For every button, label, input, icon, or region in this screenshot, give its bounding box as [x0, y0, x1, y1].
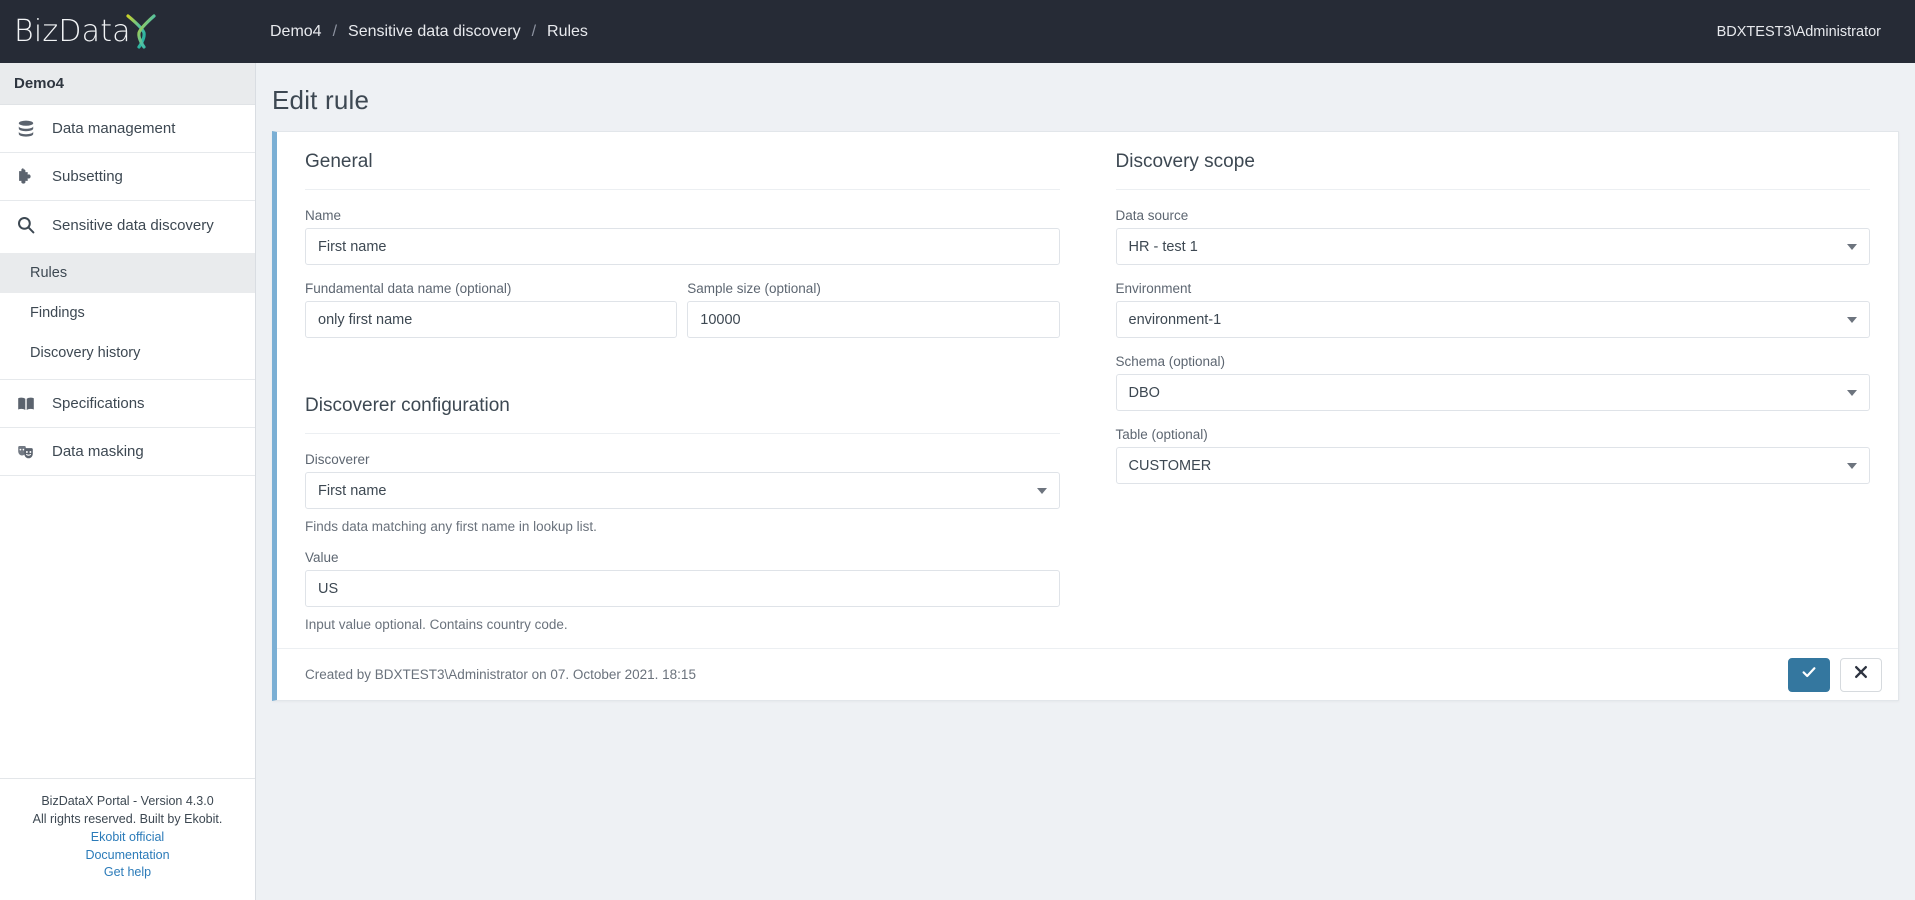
- label-fundamental-data-name: Fundamental data name (optional): [305, 281, 512, 296]
- value-input[interactable]: [305, 570, 1060, 607]
- chevron-down-icon: [1847, 462, 1857, 469]
- environment-selected-value: environment-1: [1128, 311, 1222, 328]
- theater-masks-icon: [14, 440, 38, 464]
- label-table: Table (optional): [1115, 427, 1208, 442]
- link-ekobit-official[interactable]: Ekobit official: [8, 829, 247, 847]
- sidebar-item-data-management[interactable]: Data management: [0, 105, 255, 153]
- app-logo[interactable]: BizData: [0, 0, 256, 63]
- book-icon: [14, 392, 38, 416]
- data-source-select[interactable]: HR - test 1: [1115, 228, 1870, 265]
- sidebar-item-label: Sensitive data discovery: [52, 216, 214, 234]
- sidebar-item-label: Data management: [52, 120, 176, 137]
- section-title-general: General: [305, 132, 1060, 190]
- field-environment: Environment environment-1: [1115, 281, 1870, 338]
- label-schema: Schema (optional): [1115, 354, 1226, 369]
- label-name: Name: [305, 208, 342, 223]
- field-name: Name: [305, 208, 1060, 265]
- check-icon: [1801, 664, 1817, 685]
- save-button[interactable]: [1788, 657, 1830, 692]
- sidebar-item-label: Data masking: [52, 443, 144, 460]
- magnifier-icon: [14, 213, 38, 237]
- footer-actions: [1788, 657, 1882, 692]
- breadcrumb-item-project[interactable]: Demo4: [270, 23, 322, 41]
- discoverer-help-text: Finds data matching any first name in lo…: [305, 519, 597, 534]
- discoverer-selected-value: First name: [318, 482, 387, 499]
- value-help-text: Input value optional. Contains country c…: [305, 617, 568, 632]
- breadcrumb-item-page[interactable]: Rules: [547, 23, 588, 41]
- app-version-label: BizDataX Portal - Version 4.3.0: [41, 794, 214, 809]
- schema-select[interactable]: DBO: [1115, 374, 1870, 411]
- sidebar-footer: BizDataX Portal - Version 4.3.0 All righ…: [0, 778, 255, 900]
- sidebar-subnav: Rules Findings Discovery history: [0, 249, 255, 380]
- table-select[interactable]: CUSTOMER: [1115, 447, 1870, 484]
- close-icon: [1854, 665, 1868, 684]
- field-discoverer: Discoverer First name: [305, 452, 1060, 509]
- fundamental-data-name-input[interactable]: [305, 301, 678, 338]
- name-input[interactable]: [305, 228, 1060, 265]
- database-icon: [14, 117, 38, 141]
- copyright-label: All rights reserved. Built by Ekobit.: [32, 812, 223, 826]
- chevron-down-icon: [1847, 243, 1857, 250]
- breadcrumb-separator: /: [332, 22, 338, 40]
- label-value: Value: [305, 550, 339, 565]
- row-fundamental-and-sample: Fundamental data name (optional) Sample …: [305, 281, 1060, 354]
- breadcrumb-separator: /: [531, 22, 537, 40]
- sidebar-subitem-label: Rules: [30, 265, 68, 281]
- puzzle-piece-icon: [14, 165, 38, 189]
- sidebar: Demo4 Data management Subsetting Sensiti…: [0, 63, 256, 900]
- field-sample-size: Sample size (optional): [687, 281, 1060, 338]
- cancel-button[interactable]: [1840, 657, 1882, 692]
- sidebar-item-findings[interactable]: Findings: [0, 293, 255, 333]
- breadcrumb: Demo4 / Sensitive data discovery / Rules: [270, 23, 588, 41]
- chevron-down-icon: [1847, 389, 1857, 396]
- field-table: Table (optional) CUSTOMER: [1115, 427, 1870, 484]
- created-by-label: Created by BDXTEST3\Administrator on 07.…: [305, 667, 696, 682]
- label-discoverer: Discoverer: [305, 452, 370, 467]
- sidebar-item-sensitive-data-discovery[interactable]: Sensitive data discovery: [0, 201, 255, 249]
- left-column: General Name Fundamental data name (opti…: [277, 132, 1088, 648]
- sidebar-item-label: Specifications: [52, 395, 145, 412]
- environment-select[interactable]: environment-1: [1115, 301, 1870, 338]
- link-get-help[interactable]: Get help: [8, 864, 247, 882]
- top-bar: BizData Demo4 / Sensitive data discovery…: [0, 0, 1915, 63]
- sidebar-item-rules[interactable]: Rules: [0, 253, 255, 293]
- logo-x-icon: [119, 9, 165, 55]
- field-schema: Schema (optional) DBO: [1115, 354, 1870, 411]
- card-footer: Created by BDXTEST3\Administrator on 07.…: [277, 648, 1898, 700]
- chevron-down-icon: [1036, 487, 1047, 494]
- label-sample-size: Sample size (optional): [687, 281, 821, 296]
- edit-rule-form: General Name Fundamental data name (opti…: [277, 132, 1898, 648]
- field-data-source: Data source HR - test 1: [1115, 208, 1870, 265]
- sidebar-item-label: Subsetting: [52, 168, 123, 185]
- sidebar-item-discovery-history[interactable]: Discovery history: [0, 333, 255, 373]
- main-content: Edit rule General Name Fundamental data …: [256, 63, 1915, 900]
- field-fundamental-data-name: Fundamental data name (optional): [305, 281, 678, 338]
- breadcrumb-item-section[interactable]: Sensitive data discovery: [348, 23, 521, 41]
- sidebar-item-specifications[interactable]: Specifications: [0, 380, 255, 428]
- right-column: Discovery scope Data source HR - test 1 …: [1088, 132, 1899, 648]
- sidebar-item-data-masking[interactable]: Data masking: [0, 428, 255, 476]
- sidebar-subitem-label: Discovery history: [30, 345, 141, 361]
- schema-selected-value: DBO: [1128, 384, 1160, 401]
- label-data-source: Data source: [1115, 208, 1189, 223]
- label-environment: Environment: [1115, 281, 1192, 296]
- sidebar-project-name: Demo4: [0, 63, 255, 105]
- chevron-down-icon: [1847, 316, 1857, 323]
- field-value: Value: [305, 550, 1060, 607]
- sidebar-subitem-label: Findings: [30, 305, 85, 321]
- table-selected-value: CUSTOMER: [1128, 457, 1212, 474]
- current-user-label[interactable]: BDXTEST3\Administrator: [1717, 24, 1881, 40]
- section-title-discoverer-configuration: Discoverer configuration: [305, 376, 1060, 434]
- data-source-selected-value: HR - test 1: [1128, 238, 1198, 255]
- link-documentation[interactable]: Documentation: [8, 847, 247, 865]
- page-title: Edit rule: [272, 85, 370, 115]
- logo-wordmark: BizData: [14, 13, 131, 49]
- discoverer-select[interactable]: First name: [305, 472, 1060, 509]
- edit-rule-card: General Name Fundamental data name (opti…: [272, 131, 1899, 701]
- sidebar-item-subsetting[interactable]: Subsetting: [0, 153, 255, 201]
- sample-size-input[interactable]: [687, 301, 1060, 338]
- section-title-discovery-scope: Discovery scope: [1115, 132, 1870, 190]
